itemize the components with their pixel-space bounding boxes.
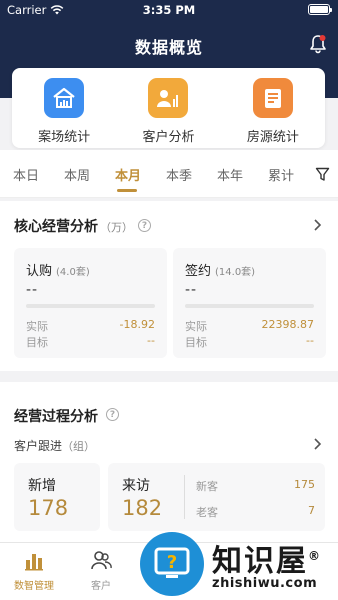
- card-title: 签约 (14.0套): [185, 260, 255, 279]
- customer-followup-label: 客户跟进（组）: [14, 437, 95, 454]
- tab-week[interactable]: 本周: [64, 165, 90, 184]
- quick-action-label: 房源统计: [246, 130, 299, 145]
- filter-icon[interactable]: [315, 167, 330, 182]
- card-title: 认购 (4.0套): [26, 260, 90, 279]
- notification-dot: [319, 35, 326, 41]
- document-list-icon: [252, 78, 293, 118]
- watermark-title: 知识屋®: [212, 536, 322, 580]
- tab-cumulative[interactable]: 累计: [268, 165, 294, 184]
- chevron-right-icon[interactable]: [312, 219, 322, 231]
- target-row: 目标 --: [185, 334, 314, 350]
- target-label: 目标: [185, 336, 207, 349]
- contract-card[interactable]: 签约 (14.0套) -- 实际 22398.87 目标 --: [173, 248, 326, 358]
- bar-chart-icon: [25, 554, 43, 571]
- quick-action-label: 客户分析: [142, 130, 195, 145]
- target-value: --: [306, 334, 314, 347]
- help-icon[interactable]: ?: [138, 219, 151, 232]
- card-title-text: 签约: [185, 264, 212, 279]
- tab-customers[interactable]: 客户: [71, 549, 131, 592]
- card-value: --: [26, 282, 39, 298]
- returning-visitor-label: 老客: [196, 506, 218, 519]
- tab-label: 客户: [91, 581, 111, 592]
- actual-value: 22398.87: [261, 318, 315, 331]
- divider: [184, 475, 185, 519]
- target-value: --: [147, 334, 155, 347]
- battery-icon: [308, 4, 332, 15]
- section-unit: （万）: [100, 221, 133, 234]
- customer-chart-icon: [148, 78, 189, 118]
- registered-mark: ®: [308, 549, 322, 563]
- people-icon: [91, 551, 112, 570]
- new-customers-card[interactable]: 新增 178: [14, 463, 100, 531]
- clock: 3:35 PM: [142, 3, 196, 17]
- help-icon[interactable]: ?: [106, 408, 119, 421]
- new-visitor-row: 新客 175: [196, 478, 315, 494]
- subtitle-unit: （组）: [62, 440, 96, 453]
- visits-card[interactable]: 来访 182 新客 175 老客 7: [108, 463, 325, 531]
- stat-label: 来访: [122, 478, 150, 494]
- tab-label: 数智管理: [14, 581, 54, 592]
- actual-value: -18.92: [119, 318, 155, 331]
- tab-month[interactable]: 本月: [115, 165, 141, 184]
- quick-action-label: 案场统计: [38, 130, 91, 145]
- active-tab-indicator: [117, 189, 137, 192]
- card-count: (14.0套): [215, 267, 256, 278]
- period-tabs: 本日 本周 本月 本季 本年 累计: [0, 150, 338, 198]
- card-count: (4.0套): [56, 267, 90, 278]
- actual-label: 实际: [185, 320, 207, 333]
- house-chart-icon: [44, 78, 85, 118]
- actual-row: 实际 22398.87: [185, 318, 314, 334]
- quick-actions-card: 案场统计 客户分析 房源统计: [12, 68, 325, 148]
- progress-bar: [26, 304, 155, 308]
- card-value: --: [185, 282, 198, 298]
- quick-action-listing-stats[interactable]: 房源统计: [221, 68, 325, 148]
- returning-visitor-value: 7: [308, 504, 315, 517]
- watermark: ? 知识屋® zhishiwu.com: [140, 532, 338, 600]
- stat-value: 178: [28, 496, 69, 520]
- notification-bell-icon[interactable]: [309, 34, 327, 54]
- actual-row: 实际 -18.92: [26, 318, 155, 334]
- target-row: 目标 --: [26, 334, 155, 350]
- process-analysis-title: 经营过程分析: [14, 409, 98, 425]
- core-analysis-title: 核心经营分析 （万）: [14, 216, 133, 236]
- new-visitor-label: 新客: [196, 480, 218, 493]
- stat-label: 新增: [28, 478, 56, 494]
- tab-year[interactable]: 本年: [217, 165, 243, 184]
- chevron-right-icon[interactable]: [312, 438, 322, 450]
- stat-value: 182: [122, 496, 163, 520]
- tab-data-management[interactable]: 数智管理: [4, 549, 64, 592]
- watermark-logo: ?: [140, 532, 204, 596]
- target-label: 目标: [26, 336, 48, 349]
- tab-today[interactable]: 本日: [13, 165, 39, 184]
- returning-visitor-row: 老客 7: [196, 504, 315, 520]
- quick-action-customer-analysis[interactable]: 客户分析: [116, 68, 220, 148]
- actual-label: 实际: [26, 320, 48, 333]
- subscription-card[interactable]: 认购 (4.0套) -- 实际 -18.92 目标 --: [14, 248, 167, 358]
- watermark-title-text: 知识屋: [212, 544, 308, 579]
- tab-quarter[interactable]: 本季: [166, 165, 192, 184]
- page-title: 数据概览: [134, 38, 203, 57]
- card-title-text: 认购: [26, 264, 53, 279]
- watermark-url: zhishiwu.com: [212, 576, 318, 591]
- svg-text:?: ?: [167, 552, 177, 573]
- subtitle-text: 客户跟进: [14, 439, 63, 453]
- quick-action-site-stats[interactable]: 案场统计: [12, 68, 116, 148]
- section-title-text: 核心经营分析: [14, 219, 98, 235]
- new-visitor-value: 175: [294, 478, 315, 491]
- status-bar: Carrier 3:35 PM: [0, 0, 338, 20]
- progress-bar: [185, 304, 314, 308]
